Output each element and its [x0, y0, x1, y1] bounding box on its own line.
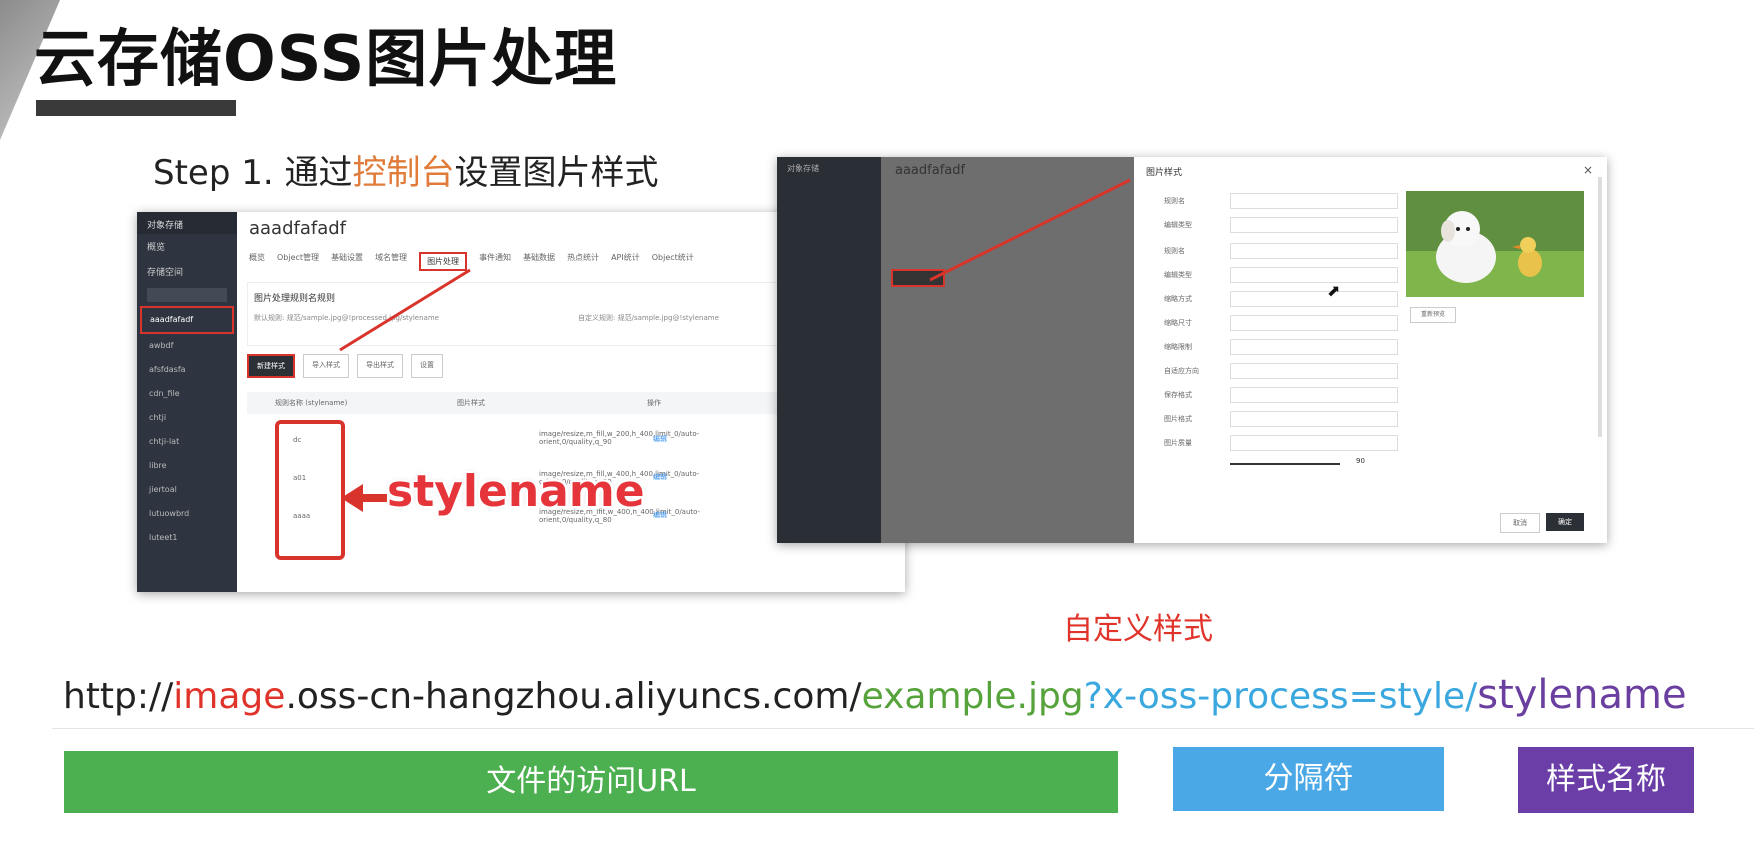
annotation-lines [339, 178, 1131, 352]
slide: 云存储OSS图片处理 Step 1. 通过控制台设置图片样式 对象存储 概览 存… [0, 0, 1754, 845]
annotation-line [339, 268, 471, 352]
annotation-line [929, 178, 1131, 282]
